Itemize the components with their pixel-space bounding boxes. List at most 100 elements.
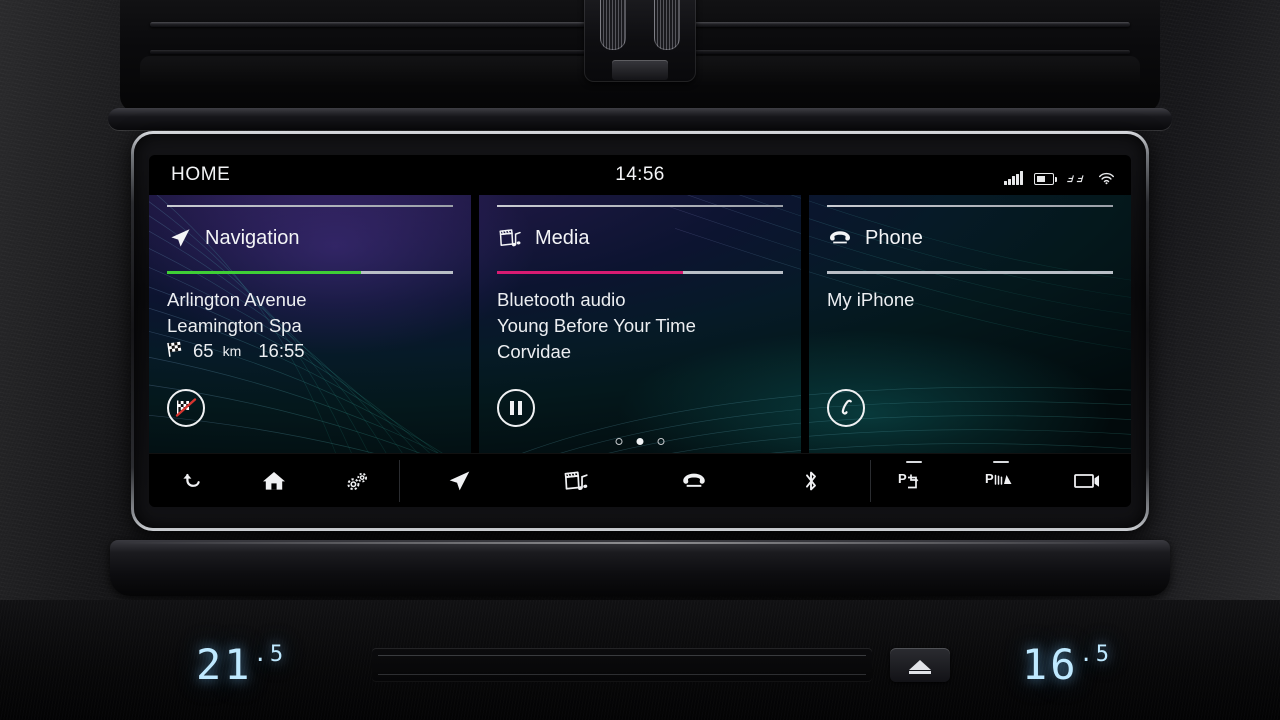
driver-temperature-decimal: .5 (253, 642, 287, 667)
media-progress-rule (497, 271, 783, 274)
back-arrow-icon (183, 473, 200, 487)
page-indicator[interactable] (615, 438, 665, 445)
media-source: Bluetooth audio (497, 289, 626, 310)
camera-button[interactable] (1062, 459, 1114, 503)
toolbar-group-apps (400, 454, 870, 507)
navigation-button[interactable] (433, 459, 485, 503)
media-button[interactable] (550, 459, 602, 503)
tile-divider (801, 195, 809, 453)
vent-tab[interactable] (612, 60, 668, 80)
media-disc-slot (372, 648, 872, 682)
phone-details: My iPhone (827, 287, 1117, 313)
navigation-distance-unit: km (222, 343, 242, 359)
media-clapperboard-note-icon (497, 225, 523, 251)
gears-icon (347, 472, 368, 490)
passenger-temperature-value: 16 (1021, 640, 1079, 689)
toolbar-group-parking: P P (871, 454, 1131, 507)
park-assist-icon: P (898, 471, 919, 488)
page-dot[interactable] (615, 438, 623, 445)
phone-rule (827, 271, 1113, 274)
navigation-progress-rule (167, 271, 453, 274)
signal-bars-icon (1004, 171, 1023, 185)
tile-title-navigation: Navigation (205, 226, 300, 249)
parking-sensors-indicator (992, 460, 1009, 463)
eject-icon-bar (909, 671, 931, 674)
checkered-flag-cancel-icon (175, 398, 197, 417)
tile-navigation[interactable]: Navigation Arlington Avenue Leamington S… (149, 195, 471, 453)
infotainment-screen[interactable]: HOME 14:56 Navigation Arlington Avenue L… (149, 155, 1131, 507)
clock: 14:56 (615, 164, 665, 185)
home-button[interactable] (248, 459, 300, 503)
tile-title-phone: Phone (865, 226, 923, 249)
navigation-street: Arlington Avenue (167, 289, 307, 310)
phone-device-name: My iPhone (827, 289, 915, 310)
status-bar: HOME 14:56 (149, 155, 1131, 195)
driver-temperature-value: 21 (196, 640, 253, 689)
pause-icon (510, 401, 522, 415)
tile-divider (471, 195, 479, 453)
bluetooth-icon (806, 471, 817, 490)
status-icon-tray (1004, 165, 1115, 185)
phone-handset-icon (827, 225, 853, 251)
tile-title-media: Media (535, 226, 590, 249)
home-tiles: Navigation Arlington Avenue Leamington S… (149, 195, 1131, 453)
back-button[interactable] (165, 459, 217, 503)
media-clapperboard-note-icon (564, 471, 588, 490)
page-dot[interactable] (636, 438, 644, 445)
page-title: HOME (171, 164, 231, 185)
eject-button[interactable] (890, 648, 950, 682)
navigation-arrow-icon (167, 225, 193, 251)
navigation-arrival-time: 16:55 (258, 340, 305, 361)
screen-frame: HOME 14:56 Navigation Arlington Avenue L… (149, 155, 1131, 507)
call-button[interactable] (827, 389, 865, 427)
center-vent-control[interactable] (584, 0, 696, 82)
parking-sensor-icon: P (985, 471, 1012, 486)
pause-button[interactable] (497, 389, 535, 427)
media-artist: Corvidae (497, 341, 572, 362)
infotainment-bezel: HOME 14:56 Navigation Arlington Avenue L… (131, 131, 1149, 531)
eject-icon (909, 660, 931, 670)
air-vent-assembly (120, 0, 1160, 112)
home-icon (262, 471, 285, 490)
tile-top-rule (827, 205, 1113, 207)
tile-header: Navigation (167, 221, 300, 255)
home-canvas: Navigation Arlington Avenue Leamington S… (149, 195, 1131, 453)
svg-text:P: P (985, 471, 994, 486)
wifi-icon (1098, 172, 1115, 185)
bluetooth-button[interactable] (785, 459, 837, 503)
antenna-icon (1067, 175, 1084, 183)
navigation-city: Leamington Spa (167, 315, 302, 336)
passenger-temperature-display[interactable]: 16.5 (1022, 640, 1112, 689)
page-dot[interactable] (657, 438, 665, 445)
media-details: Bluetooth audio Young Before Your Time C… (497, 287, 787, 365)
phone-handset-icon (682, 473, 705, 487)
media-track-title: Young Before Your Time (497, 315, 696, 336)
svg-text:P: P (898, 471, 907, 486)
tile-header: Media (497, 221, 589, 255)
tile-top-rule (497, 205, 783, 207)
phone-button[interactable] (668, 459, 720, 503)
media-progress-fill (497, 271, 683, 274)
driver-temperature-display[interactable]: 21.5 (196, 640, 286, 689)
cancel-route-button[interactable] (167, 389, 205, 427)
park-assist-indicator (906, 460, 923, 463)
tile-header: Phone (827, 221, 923, 255)
navigation-progress-fill (167, 271, 362, 274)
checkered-flag-icon (167, 341, 184, 362)
park-assist-button[interactable]: P (888, 459, 940, 503)
parking-sensors-button[interactable]: P (975, 459, 1027, 503)
navigation-details: Arlington Avenue Leamington Spa 65 km 16… (167, 287, 457, 362)
bottom-toolbar: P P (149, 453, 1131, 507)
tile-top-rule (167, 205, 453, 207)
tile-phone[interactable]: Phone My iPhone (809, 195, 1131, 453)
toolbar-group-system (149, 454, 399, 507)
call-handset-icon (841, 399, 852, 415)
tile-media[interactable]: Media Bluetooth audio Young Before Your … (479, 195, 801, 453)
car-dashboard: HOME 14:56 Navigation Arlington Avenue L… (0, 0, 1280, 720)
navigation-eta-row: 65 km 16:55 (167, 340, 457, 362)
dashboard-trim-strip (108, 108, 1172, 130)
passenger-temperature-decimal: .5 (1079, 642, 1112, 667)
camera-icon (1073, 473, 1099, 488)
settings-button[interactable] (331, 459, 383, 503)
navigation-arrow-icon (449, 470, 470, 490)
